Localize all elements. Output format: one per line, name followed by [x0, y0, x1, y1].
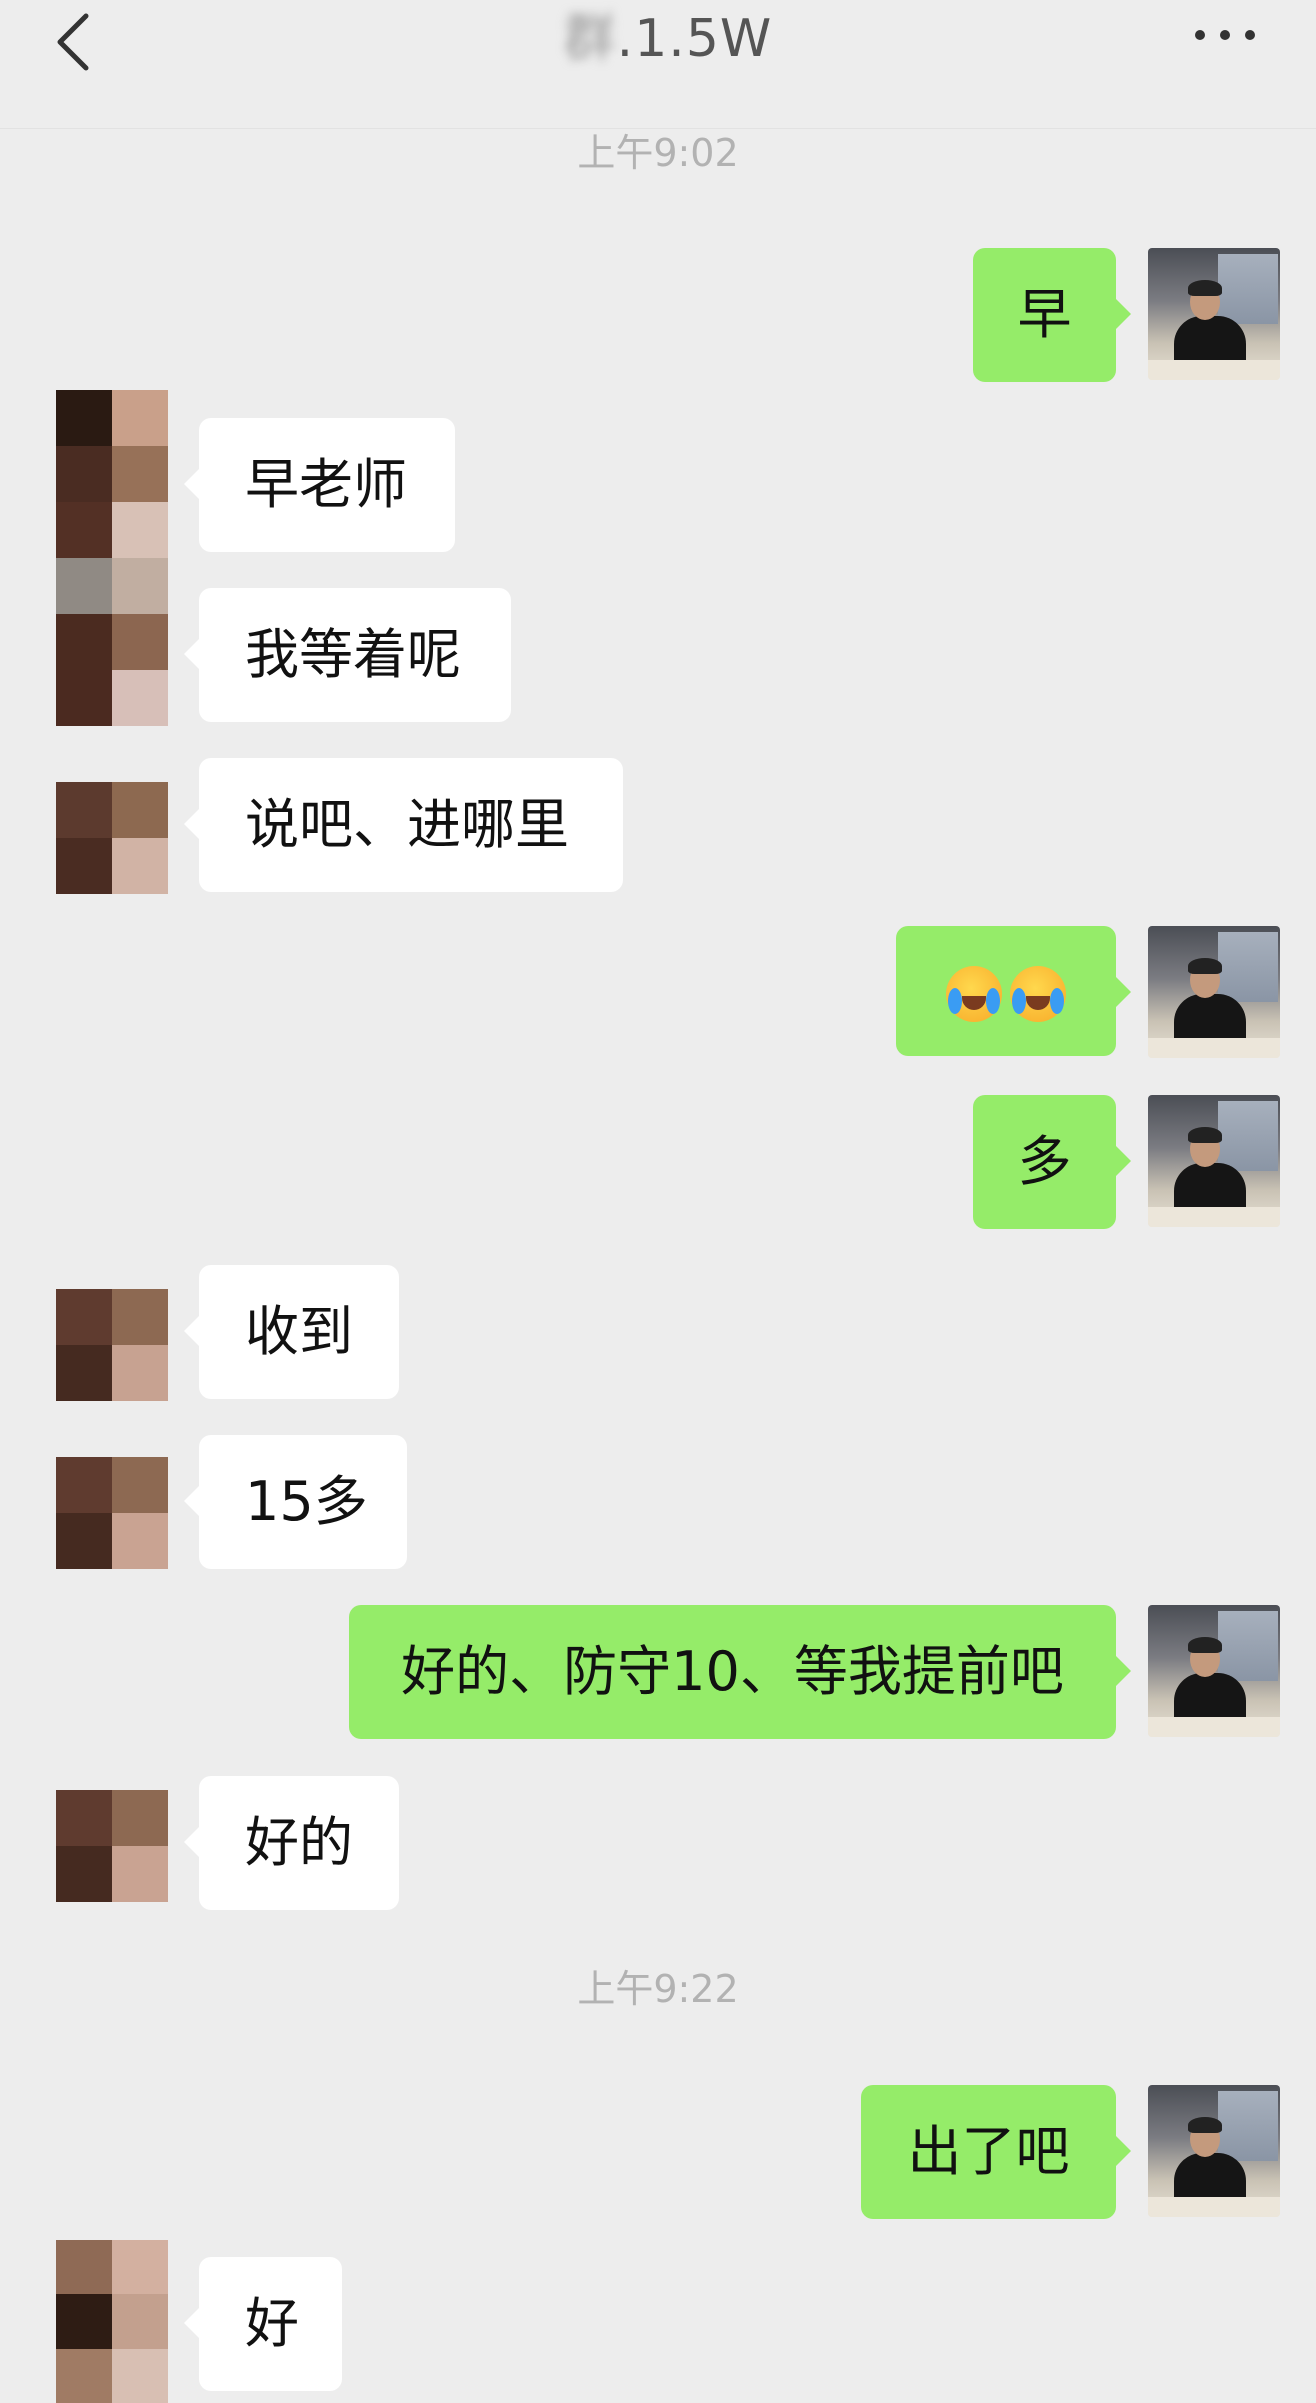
message-outgoing: 早: [0, 248, 1316, 382]
my-avatar[interactable]: [1148, 1095, 1280, 1227]
message-bubble[interactable]: 说吧、进哪里: [184, 758, 623, 892]
message-bubble[interactable]: 多: [973, 1095, 1131, 1229]
message-outgoing: [0, 926, 1316, 1060]
message-incoming: 15多: [0, 1435, 1316, 1569]
back-button[interactable]: [52, 10, 100, 74]
message-bubble[interactable]: 15多: [184, 1435, 407, 1569]
message-incoming: 好的: [0, 1776, 1316, 1910]
contact-avatar[interactable]: [56, 1289, 168, 1401]
message-bubble[interactable]: 出了吧: [861, 2085, 1131, 2219]
contact-avatar[interactable]: [56, 1790, 168, 1902]
my-avatar[interactable]: [1148, 248, 1280, 380]
message-bubble[interactable]: 早: [973, 248, 1131, 382]
message-outgoing: 多: [0, 1095, 1316, 1229]
my-avatar[interactable]: [1148, 926, 1280, 1058]
chat-title-blurred: 群: [563, 9, 617, 69]
my-avatar[interactable]: [1148, 1605, 1280, 1737]
message-incoming: 我等着呢: [0, 588, 1316, 722]
loudly-crying-face-emoji: [1010, 966, 1066, 1023]
message-incoming: 早老师: [0, 418, 1316, 552]
message-bubble[interactable]: 好: [184, 2257, 342, 2391]
chevron-left-icon: [57, 13, 89, 71]
chat-title: 群.1.5W: [558, 4, 778, 74]
message-incoming: 收到: [0, 1265, 1316, 1401]
timestamp: 上午9:22: [577, 1967, 739, 2011]
contact-avatar[interactable]: [56, 782, 168, 894]
my-avatar[interactable]: [1148, 2085, 1280, 2217]
message-bubble[interactable]: 好的: [184, 1776, 399, 1910]
contact-avatar[interactable]: [56, 1457, 168, 1569]
message-bubble[interactable]: [896, 926, 1131, 1056]
message-bubble[interactable]: 我等着呢: [184, 588, 511, 722]
message-bubble[interactable]: 收到: [184, 1265, 399, 1399]
ellipsis-icon: [1195, 30, 1255, 40]
chat-header: 群.1.5W: [0, 0, 1316, 129]
message-outgoing: 好的、防守10、等我提前吧: [0, 1605, 1316, 1739]
chat-title-text: .1.5W: [616, 9, 773, 69]
message-bubble[interactable]: 早老师: [184, 418, 455, 552]
loudly-crying-face-emoji: [946, 966, 1002, 1023]
more-button[interactable]: [1190, 20, 1260, 50]
message-outgoing: 出了吧: [0, 2085, 1316, 2219]
timestamp: 上午9:02: [577, 131, 739, 175]
message-incoming: 好: [0, 2257, 1316, 2391]
message-incoming: 说吧、进哪里: [0, 758, 1316, 894]
message-bubble[interactable]: 好的、防守10、等我提前吧: [349, 1605, 1131, 1739]
